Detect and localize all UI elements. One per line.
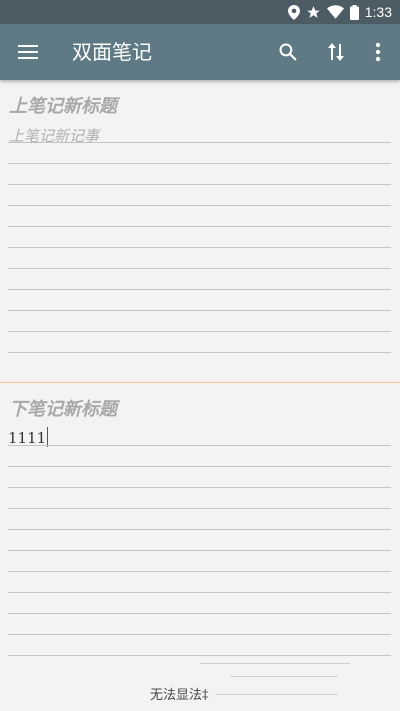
rule-line <box>8 226 391 227</box>
footer-line <box>200 663 350 664</box>
bottom-note-title-field[interactable]: 下笔记新标题 <box>9 395 117 421</box>
footer-line <box>230 676 338 677</box>
rule-line <box>8 142 391 143</box>
app-title: 双面笔记 <box>72 40 152 64</box>
footer-line <box>216 694 338 695</box>
app-bar: 双面笔记 <box>0 24 400 80</box>
wifi-icon <box>326 5 344 19</box>
star-icon <box>306 5 321 20</box>
rule-line <box>8 289 391 290</box>
rule-line <box>8 163 391 164</box>
top-note-title-field[interactable]: 上笔记新标题 <box>9 92 117 118</box>
rule-line <box>8 331 391 332</box>
rule-line <box>8 487 391 488</box>
rule-line <box>8 634 391 635</box>
rule-line <box>8 247 391 248</box>
top-note-pane: 上笔记新标题 上笔记新记事 <box>0 80 400 382</box>
search-icon[interactable] <box>274 38 302 66</box>
location-icon <box>287 4 300 20</box>
rule-line <box>8 550 391 551</box>
rule-line <box>8 310 391 311</box>
rule-line <box>8 613 391 614</box>
rule-line <box>8 466 391 467</box>
swap-vertical-icon[interactable] <box>322 38 350 66</box>
footer-overlay <box>200 660 350 711</box>
clock-text: 1:33 <box>364 4 392 20</box>
rule-line <box>8 268 391 269</box>
bottom-note-body-field[interactable]: 1111 <box>8 427 49 447</box>
status-icons: 1:33 <box>287 3 392 21</box>
more-vert-icon[interactable] <box>364 38 392 66</box>
rule-line <box>8 352 391 353</box>
rule-line <box>8 655 391 656</box>
rule-line <box>8 508 391 509</box>
rule-line <box>8 529 391 530</box>
rule-line <box>8 445 391 446</box>
rule-line <box>8 205 391 206</box>
hamburger-menu-icon[interactable] <box>14 38 42 66</box>
battery-icon <box>349 4 359 20</box>
status-bar: 1:33 <box>0 0 400 24</box>
text-caret <box>47 427 49 447</box>
rule-line <box>8 592 391 593</box>
rule-line <box>8 184 391 185</box>
rule-line <box>8 571 391 572</box>
